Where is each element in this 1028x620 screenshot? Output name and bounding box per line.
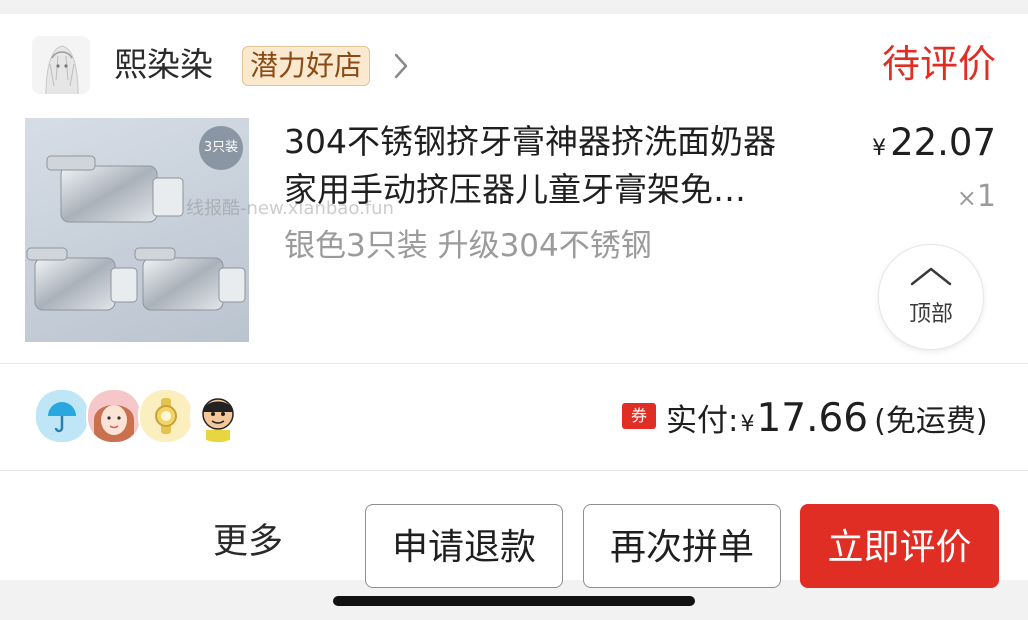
shop-badge: 潜力好店: [242, 46, 371, 86]
price-value: 22.07: [890, 121, 996, 164]
chevron-up-icon: [910, 267, 952, 286]
regroup-button[interactable]: 再次拼单: [583, 504, 781, 588]
divider: [0, 363, 1028, 364]
coupon-tag: 券: [622, 403, 656, 429]
shipping-note: (免运费): [874, 404, 988, 439]
back-to-top-button[interactable]: 顶部: [878, 244, 984, 350]
paid-amount: 17.66: [756, 396, 869, 441]
shop-name[interactable]: 熙染染: [114, 44, 213, 86]
umbrella-avatar: [34, 388, 90, 444]
paid-currency: ¥: [740, 412, 755, 437]
price-currency: ¥: [872, 136, 887, 161]
watermark: 线报酷-new.xianbao.fun: [186, 198, 394, 219]
image-badge: 3只装: [203, 140, 239, 155]
cartoon-avatar: [190, 388, 246, 444]
quantity-symbol: ×: [956, 184, 977, 212]
back-to-top-label: 顶部: [908, 302, 953, 327]
product-quantity: ×1: [957, 176, 996, 219]
product-title-line1: 304不锈钢挤牙膏神器挤洗面奶器: [284, 122, 776, 161]
more-button[interactable]: 更多: [213, 520, 283, 564]
paid-label: 实付:: [666, 403, 739, 439]
order-card: 熙染染 潜力好店 待评价 3只装 304不锈钢挤牙膏神器挤洗面奶器 家用手动挤压…: [0, 14, 1028, 588]
watch-avatar: [138, 388, 194, 444]
product-spec: 银色3只装 升级304不锈钢: [284, 228, 652, 264]
chevron-right-icon[interactable]: [392, 52, 410, 80]
shop-avatar[interactable]: [32, 36, 90, 94]
girl-avatar: [86, 388, 142, 444]
divider: [0, 470, 1028, 471]
order-status: 待评价: [881, 42, 996, 86]
product-image[interactable]: 3只装: [25, 118, 249, 342]
product-price: ¥22.07: [872, 118, 996, 174]
home-indicator[interactable]: [333, 596, 695, 606]
paid-amount-line: 实付:¥17.66 (免运费): [666, 394, 988, 451]
refund-button[interactable]: 申请退款: [365, 504, 563, 588]
review-button[interactable]: 立即评价: [800, 504, 999, 588]
quantity-value: 1: [976, 179, 996, 214]
